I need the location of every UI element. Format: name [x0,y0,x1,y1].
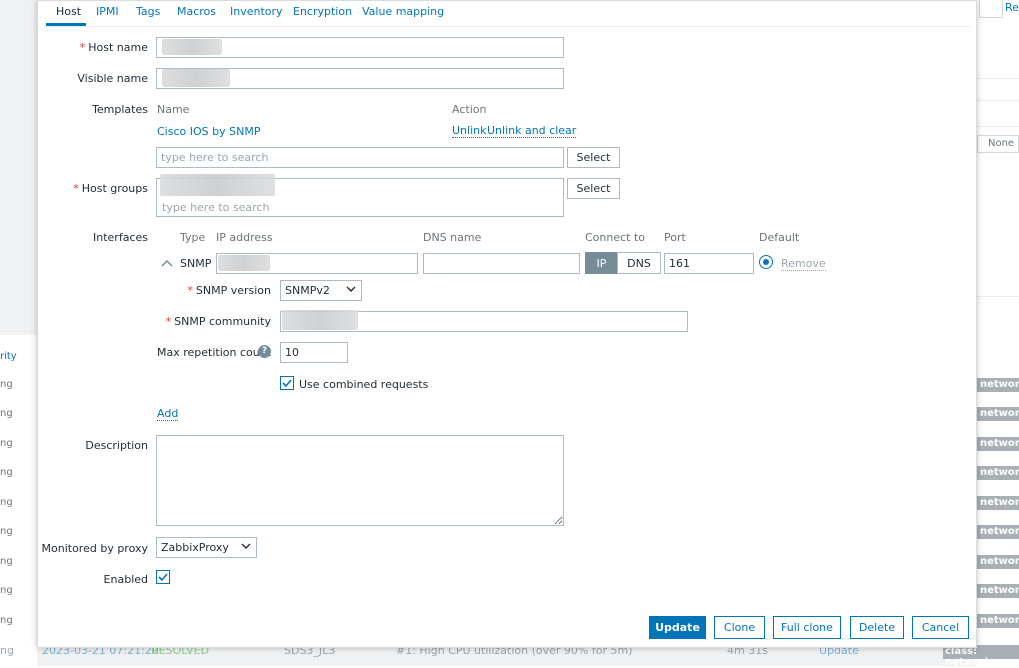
background-cell: ng [0,438,13,449]
cancel-button[interactable]: Cancel [912,616,969,639]
background-cell: ng [0,556,13,567]
background-tag: network [975,496,1019,510]
clone-button[interactable]: Clone [714,616,765,639]
divider [977,126,1019,127]
unlink-link[interactable]: Unlink [452,125,487,138]
delete-button[interactable]: Delete [850,616,904,639]
description-textarea[interactable] [156,435,564,526]
templates-col-action: Action [452,103,487,116]
full-clone-button[interactable]: Full clone [773,616,841,639]
redacted-ip [218,255,270,271]
tab-bar: Host IPMI Tags Macros Inventory Encrypti… [46,1,970,27]
background-tag: network [975,555,1019,569]
templates-col-name: Name [157,103,190,116]
background-cell: ng [0,526,13,537]
connect-dns-toggle[interactable]: DNS [617,252,661,274]
background-cell: ng [0,379,13,390]
add-interface-link[interactable]: Add [157,408,179,421]
tab-tags[interactable]: Tags [136,5,160,18]
interfaces-col-dns: DNS name [423,231,482,244]
templates-label: Templates [92,103,148,116]
tab-inventory[interactable]: Inventory [230,5,283,18]
interface-dns-input[interactable] [423,253,580,274]
template-link[interactable]: Cisco IOS by SNMP [157,125,260,138]
snmp-community-label: * SNMP community [165,315,271,328]
active-tab-indicator [46,23,86,26]
redacted-text [162,39,222,55]
chevron-down-icon [346,286,356,292]
tab-encryption[interactable]: Encryption [293,5,352,18]
background-column-header: rity [0,351,17,362]
divider [977,100,1019,101]
background-cell: ng [0,408,13,419]
background-cell: ng [0,467,13,478]
chevron-up-icon[interactable] [161,258,173,268]
combined-requests-checkbox[interactable] [280,376,294,390]
background-cell: ng [0,585,13,596]
remove-interface-link[interactable]: Remove [781,257,826,271]
background-cell: ng [0,497,13,508]
help-icon[interactable]: ? [258,345,271,358]
proxy-label: Monitored by proxy [41,542,148,555]
interfaces-label: Interfaces [93,231,148,244]
snmp-version-value: SNMPv2 [285,284,330,297]
background-left-strip: rity ng ng ng ng ng ng ng ng ng [0,335,37,666]
interfaces-col-connect: Connect to [585,231,646,244]
templates-search-input[interactable]: type here to search [156,147,564,168]
description-label: Description [85,439,148,452]
background-cell: ng [0,644,14,657]
check-icon [158,573,168,582]
background-tag: network [975,584,1019,598]
tab-host[interactable]: Host [56,5,81,18]
combined-requests-label: Use combined requests [299,378,429,391]
default-interface-radio[interactable] [759,255,773,269]
background-cell: ng [0,615,13,626]
proxy-value: ZabbixProxy [161,541,229,554]
update-button[interactable]: Update [649,616,706,639]
unlink-clear-link[interactable]: Unlink and clear [487,125,577,138]
host-edit-dialog: Host IPMI Tags Macros Inventory Encrypti… [37,0,977,648]
connect-ip-toggle[interactable]: IP [585,252,618,274]
max-repetition-input[interactable]: 10 [280,342,348,363]
enabled-checkbox[interactable] [156,570,170,584]
groups-select-button[interactable]: Select [567,178,620,199]
background-tag: network [975,407,1019,421]
groups-search-placeholder[interactable]: type here to search [162,201,269,214]
divider [977,296,1019,297]
host-name-label: * Host name [79,41,148,54]
background-tag: network [975,466,1019,480]
tab-ipmi[interactable]: IPMI [96,5,119,18]
interfaces-col-type: Type [180,231,206,244]
interfaces-col-port: Port [664,231,686,244]
background-filter-box [979,0,1003,18]
tab-value-mapping[interactable]: Value mapping [362,5,444,18]
background-tag: network [975,437,1019,451]
tab-macros[interactable]: Macros [177,5,216,18]
background-tag: network [975,525,1019,539]
max-repetition-label: Max repetition count [157,346,272,359]
redacted-community [282,310,358,330]
templates-select-button[interactable]: Select [567,147,620,168]
interfaces-col-ip: IP address [216,231,273,244]
background-select-none: None [977,135,1019,153]
redacted-group-chip [160,174,275,196]
snmp-version-label: * SNMP version [187,284,271,297]
check-icon [282,379,292,388]
background-reset-link: Re [1005,1,1019,14]
interfaces-col-default: Default [759,231,800,244]
visible-name-label: Visible name [77,72,148,85]
divider [977,78,1019,79]
host-groups-label: * Host groups [73,182,148,195]
interface-type: SNMP [180,257,212,270]
snmp-version-select[interactable]: SNMPv2 [280,280,362,301]
background-tag: network [975,378,1019,392]
background-tag: network [975,614,1019,628]
chevron-down-icon [241,543,251,549]
enabled-label: Enabled [103,573,148,586]
proxy-select[interactable]: ZabbixProxy [156,537,257,558]
redacted-text [162,69,230,87]
interface-port-input[interactable]: 161 [664,253,754,274]
